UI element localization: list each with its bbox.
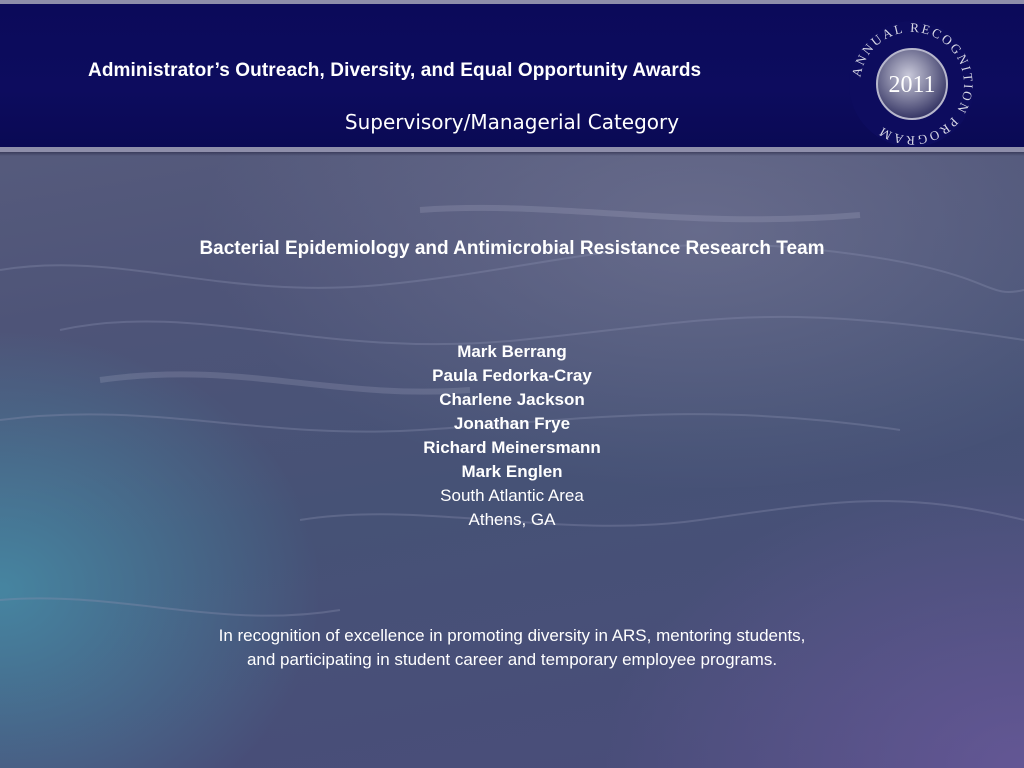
- team-city: Athens, GA: [468, 510, 556, 529]
- member-name: Paula Fedorka-Cray: [432, 366, 592, 385]
- team-area: South Atlantic Area: [440, 486, 584, 505]
- member-name: Mark Englen: [461, 462, 563, 481]
- member-name: Mark Berrang: [457, 342, 567, 361]
- seal-year: 2011: [888, 72, 935, 98]
- header-banner: Administrator’s Outreach, Diversity, and…: [0, 0, 1024, 156]
- member-name: Charlene Jackson: [439, 390, 585, 409]
- slide: { "header": { "award_title": "Administra…: [0, 0, 1024, 768]
- member-name: Jonathan Frye: [453, 414, 571, 433]
- award-title: Administrator’s Outreach, Diversity, and…: [88, 60, 702, 81]
- member-name: Richard Meinersmann: [423, 438, 601, 457]
- team-members: Mark Berrang Paula Fedorka-Cray Charlene…: [0, 340, 1024, 532]
- recognition-statement: In recognition of excellence in promotin…: [218, 626, 806, 669]
- team-title: Bacterial Epidemiology and Antimicrobial…: [199, 238, 825, 259]
- recognition-seal: ANNUAL RECOGNITION PROGRAM 2011: [848, 20, 975, 148]
